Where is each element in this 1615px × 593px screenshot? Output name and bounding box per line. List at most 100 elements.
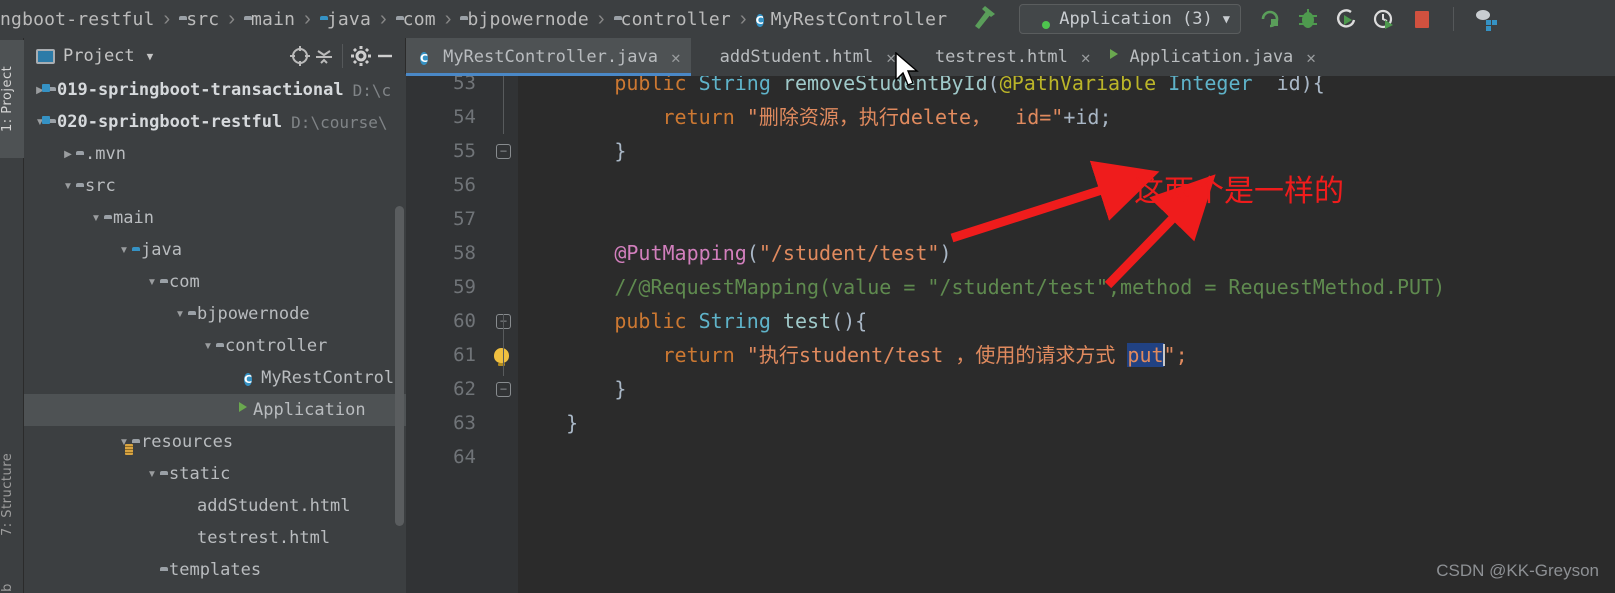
chevron-down-icon[interactable]: ▼ (144, 469, 160, 480)
tree-item-java[interactable]: ▼ java (24, 234, 406, 266)
breadcrumb-item-myrestcontroller[interactable]: C MyRestController (755, 0, 948, 38)
editor-tab-label: MyRestController.java (443, 47, 659, 67)
editor-code-area[interactable]: public String removeStudentById(@PathVar… (518, 76, 1615, 593)
code-line[interactable]: //@RequestMapping(value = "/student/test… (518, 270, 1445, 304)
breadcrumb-item-label: java (326, 8, 371, 30)
tree-item--mvn[interactable]: ▶ .mvn (24, 138, 406, 170)
tree-item-addstudent-html[interactable]: addStudent.html (24, 490, 406, 522)
chevron-down-icon[interactable]: ▼ (144, 277, 160, 288)
editor-tab-label: Application.java (1129, 47, 1294, 67)
tree-item-templates[interactable]: templates (24, 554, 406, 586)
tree-item-path: D:\c (352, 80, 392, 100)
close-icon[interactable]: ✕ (671, 48, 681, 67)
tree-item-com[interactable]: ▼ com (24, 266, 406, 298)
chevron-down-icon[interactable]: ▼ (1223, 12, 1230, 26)
tree-item-bjpowernode[interactable]: ▼ bjpowernode (24, 298, 406, 330)
tree-item-020-springboot-restful[interactable]: ▼ 020-springboot-restful D:\course\ (24, 106, 406, 138)
code-line[interactable]: @PutMapping("/student/test") (518, 236, 952, 270)
tree-item-controller[interactable]: ▼ controller (24, 330, 406, 362)
tool-tab-structure[interactable]: 7: Structure (0, 430, 24, 558)
breadcrumb-item-bjpowernode[interactable]: bjpowernode (460, 0, 588, 38)
code-line[interactable]: return "执行student/test ，使用的请求方式 put"; (518, 338, 1188, 372)
minimize-icon[interactable] (373, 44, 397, 68)
code-editor[interactable]: 535455−5657585960−6162−6364 public Strin… (406, 76, 1615, 593)
chevron-down-icon[interactable]: ▼ (172, 309, 188, 320)
tree-item-testrest-html[interactable]: testrest.html (24, 522, 406, 554)
code-fold-toggle[interactable]: − (496, 382, 511, 397)
chevron-down-icon[interactable]: ▼ (88, 213, 104, 224)
editor-tab-application-java[interactable]: Application.java ✕ (1101, 38, 1326, 76)
tree-item-label: testrest.html (197, 528, 331, 548)
line-number: 56 (453, 174, 476, 196)
spring-boot-icon (1030, 11, 1051, 29)
code-line[interactable]: } (518, 372, 626, 406)
services-icon[interactable] (1472, 6, 1498, 32)
tree-item-019-springboot-transactional[interactable]: ▶ 019-springboot-transactional D:\c (24, 74, 406, 106)
code-line[interactable]: return "删除资源，执行delete， id="+id; (518, 100, 1112, 134)
class-icon: C (755, 13, 764, 27)
line-number: 60 (453, 310, 476, 332)
tree-item-myrestcontrol[interactable]: C MyRestControl (24, 362, 406, 394)
breadcrumb-item-src[interactable]: src (179, 0, 219, 38)
tree-item-resources[interactable]: ▼ resources (24, 426, 406, 458)
gear-icon[interactable] (349, 44, 373, 68)
breadcrumb-item-java[interactable]: java (320, 0, 371, 38)
chevron-down-icon[interactable]: ▼ (60, 181, 76, 192)
class-icon: C (244, 372, 253, 386)
code-token: String (698, 76, 771, 95)
code-line[interactable]: } (518, 406, 578, 440)
code-line[interactable]: } (518, 134, 626, 168)
run-configuration-selector[interactable]: Application (3) ▼ (1019, 4, 1242, 34)
tree-item-label: 019-springboot-transactional (57, 80, 344, 100)
tree-item-label: static (169, 464, 231, 484)
breadcrumb-separator: › (444, 7, 452, 30)
editor-tab-label: addStudent.html (719, 47, 874, 67)
run-icon[interactable] (1257, 6, 1283, 32)
breadcrumb-item-ngboot-restful[interactable]: ngboot-restful (0, 0, 155, 38)
code-token: ){ (1300, 76, 1325, 95)
code-fold-toggle[interactable]: − (496, 144, 511, 159)
close-icon[interactable]: ✕ (1081, 48, 1091, 67)
breadcrumb-item-controller[interactable]: controller (614, 0, 731, 38)
chevron-down-icon[interactable]: ▼ (116, 245, 132, 256)
editor-tab-bar[interactable]: C MyRestController.java ✕ addStudent.html ✕ t… (406, 38, 1615, 76)
tool-tab-web[interactable]: Web (0, 568, 24, 593)
profile-icon[interactable] (1371, 6, 1397, 32)
collapse-all-icon[interactable] (312, 44, 336, 68)
breadcrumb[interactable]: ngboot-restful › src › main › java › com › bjpower… (0, 0, 947, 38)
project-icon (36, 48, 55, 64)
tool-tab-project[interactable]: 1: Project (0, 40, 24, 158)
breadcrumb-item-label: controller (620, 8, 731, 30)
run-with-coverage-icon[interactable] (1333, 6, 1359, 32)
tree-item-src[interactable]: ▼ src (24, 170, 406, 202)
build-hammer-icon[interactable] (969, 2, 999, 37)
code-line[interactable]: public String test(){ (518, 304, 867, 338)
run-config-label: Application (3) (1059, 9, 1213, 29)
editor-tab-myrestcontroller-java[interactable]: C MyRestController.java ✕ (406, 38, 691, 76)
close-icon[interactable]: ✕ (886, 48, 896, 67)
project-tree-scrollbar[interactable] (395, 206, 404, 526)
close-icon[interactable]: ✕ (1306, 48, 1316, 67)
editor-tab-addstudent-html[interactable]: addStudent.html ✕ (691, 38, 906, 76)
intention-bulb-icon[interactable] (490, 338, 512, 372)
debug-icon[interactable] (1295, 6, 1321, 32)
tree-item-main[interactable]: ▼ main (24, 202, 406, 234)
tree-item-application[interactable]: Application (24, 394, 406, 426)
chevron-down-icon[interactable]: ▼ (147, 50, 154, 63)
chevron-right-icon[interactable]: ▶ (60, 149, 76, 160)
code-line[interactable]: public String removeStudentById(@PathVar… (518, 76, 1325, 100)
project-tree[interactable]: ▶ 019-springboot-transactional D:\c ▼ 020-sp… (24, 74, 406, 593)
code-token: } (518, 377, 627, 401)
stop-icon[interactable] (1409, 6, 1435, 32)
chevron-down-icon[interactable]: ▼ (200, 341, 216, 352)
locate-target-icon[interactable] (288, 44, 312, 68)
breadcrumb-item-com[interactable]: com (396, 0, 436, 38)
ide-window: ngboot-restful › src › main › java › com › bjpower… (0, 0, 1615, 593)
editor-tab-testrest-html[interactable]: testrest.html ✕ (906, 38, 1101, 76)
breadcrumb-item-main[interactable]: main (244, 0, 295, 38)
tree-item-static[interactable]: ▼ static (24, 458, 406, 490)
code-token: ) (939, 241, 952, 265)
